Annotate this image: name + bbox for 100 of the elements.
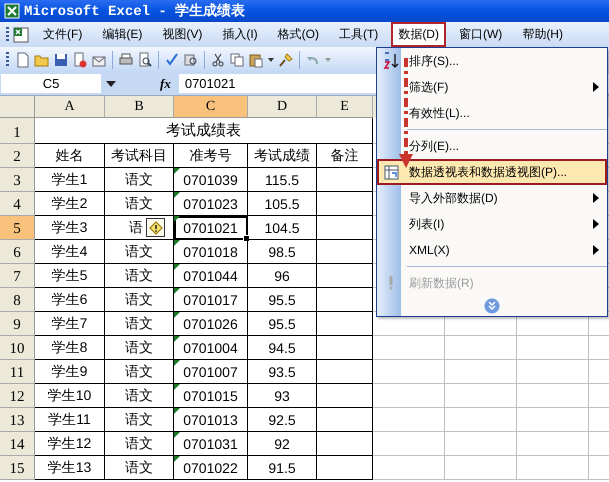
row-header[interactable]: 3 (0, 168, 35, 192)
menu-item[interactable]: 数据透视表和数据透视图(P)... (377, 159, 607, 185)
empty-cell (317, 312, 373, 336)
empty-cell (373, 360, 445, 384)
row-header[interactable]: 1 (0, 118, 35, 144)
menu-item[interactable]: 窗口(W) (452, 22, 510, 47)
empty-cell (317, 384, 373, 408)
menu-item[interactable]: 插入(I) (215, 22, 265, 47)
format-painter-icon[interactable] (278, 52, 294, 68)
menu-item[interactable]: 编辑(E) (95, 22, 150, 47)
empty-cell (317, 168, 373, 192)
row-header[interactable]: 12 (0, 384, 35, 408)
column-header[interactable]: B (105, 96, 174, 118)
empty-cell (445, 432, 517, 456)
table-cell: 104.5 (248, 216, 317, 240)
empty-cell (317, 240, 373, 264)
warning-icon[interactable] (146, 218, 165, 237)
dropdown-arrow-icon[interactable] (106, 80, 116, 86)
row-header[interactable]: 5 (0, 216, 35, 240)
table-cell: 学生3 (35, 216, 105, 240)
research-icon[interactable] (183, 52, 199, 68)
table-cell: 学生13 (35, 456, 105, 480)
menu-item[interactable]: 帮助(H) (515, 22, 570, 47)
row-header[interactable]: 7 (0, 264, 35, 288)
fill-handle[interactable] (243, 235, 250, 242)
row-header[interactable]: 2 (0, 144, 35, 168)
table-cell: 备注 (317, 144, 373, 168)
table-cell: 115.5 (248, 168, 317, 192)
cut-icon[interactable] (210, 52, 226, 68)
table-cell: 语文 (105, 384, 174, 408)
menu-item[interactable]: XML(X) (377, 237, 607, 263)
menu-item[interactable]: 工具(T) (332, 22, 386, 47)
name-box[interactable]: C5 (1, 74, 101, 93)
table-cell: 语文 (105, 336, 174, 360)
menu-item[interactable]: 导入外部数据(D) (377, 185, 607, 211)
menu-item[interactable]: 视图(V) (155, 22, 210, 47)
workbook-icon[interactable] (12, 26, 30, 44)
menu-item[interactable]: 文件(F) (36, 22, 90, 47)
table-cell: 语文 (105, 408, 174, 432)
table-cell: 语文 (105, 168, 174, 192)
row-header[interactable]: 8 (0, 288, 35, 312)
table-cell: 105.5 (248, 192, 317, 216)
expand-menu-icon[interactable] (484, 298, 500, 314)
column-header[interactable]: D (248, 96, 317, 118)
table-cell: 96 (248, 264, 317, 288)
table-cell: 93 (248, 384, 317, 408)
menu-item[interactable]: 有效性(L)... (377, 100, 607, 126)
table-cell: 姓名 (35, 144, 105, 168)
empty-cell (373, 336, 445, 360)
column-header[interactable]: A (35, 96, 105, 118)
row-header[interactable]: 6 (0, 240, 35, 264)
excel-icon (4, 3, 20, 19)
row-header[interactable]: 13 (0, 408, 35, 432)
empty-cell (373, 384, 445, 408)
row-header[interactable]: 11 (0, 360, 35, 384)
table-cell: 0701015 (174, 384, 248, 408)
table-cell: 94.5 (248, 336, 317, 360)
table-cell: 学生7 (35, 312, 105, 336)
menu-item[interactable]: 数据(D) (391, 22, 446, 47)
paste-icon[interactable] (248, 52, 264, 68)
row-header[interactable]: 14 (0, 432, 35, 456)
table-cell: 0701013 (174, 408, 248, 432)
save-icon[interactable] (53, 52, 69, 68)
pivot-table-icon (384, 164, 398, 180)
table-cell: 语文 (105, 288, 174, 312)
submenu-arrow-icon (593, 219, 599, 229)
row-header[interactable]: 10 (0, 336, 35, 360)
row-header[interactable]: 15 (0, 456, 35, 480)
menu-item[interactable]: 筛选(F) (377, 74, 607, 100)
printer-icon[interactable] (118, 52, 134, 68)
table-cell: 语文 (105, 192, 174, 216)
spelling-icon[interactable] (164, 52, 180, 68)
empty-cell (373, 456, 445, 480)
empty-cell (317, 432, 373, 456)
row-header[interactable]: 9 (0, 312, 35, 336)
print-preview-icon[interactable] (137, 52, 153, 68)
empty-cell (317, 456, 373, 480)
table-cell: 92.5 (248, 408, 317, 432)
table-cell: 考试科目 (105, 144, 174, 168)
menu-item[interactable]: 格式(O) (270, 22, 326, 47)
document-icon[interactable] (72, 52, 88, 68)
menu-item[interactable]: 分列(E)... (377, 133, 607, 159)
function-button[interactable]: fx (160, 76, 171, 92)
new-document-icon[interactable] (15, 52, 31, 68)
table-cell: 学生4 (35, 240, 105, 264)
table-cell: 93.5 (248, 360, 317, 384)
table-cell: 0701004 (174, 336, 248, 360)
column-header[interactable]: E (317, 96, 373, 118)
empty-cell (317, 264, 373, 288)
column-header[interactable]: C (174, 96, 248, 118)
empty-cell (373, 408, 445, 432)
table-cell: 0701021 (174, 216, 248, 240)
table-cell: 0701017 (174, 288, 248, 312)
table-cell: 考试成绩 (248, 144, 317, 168)
menu-item[interactable]: 列表(I) (377, 211, 607, 237)
table-cell: 学生11 (35, 408, 105, 432)
table-cell: 语文 (105, 264, 174, 288)
copy-icon[interactable] (229, 52, 245, 68)
empty-cell (445, 456, 517, 480)
row-header[interactable]: 4 (0, 192, 35, 216)
